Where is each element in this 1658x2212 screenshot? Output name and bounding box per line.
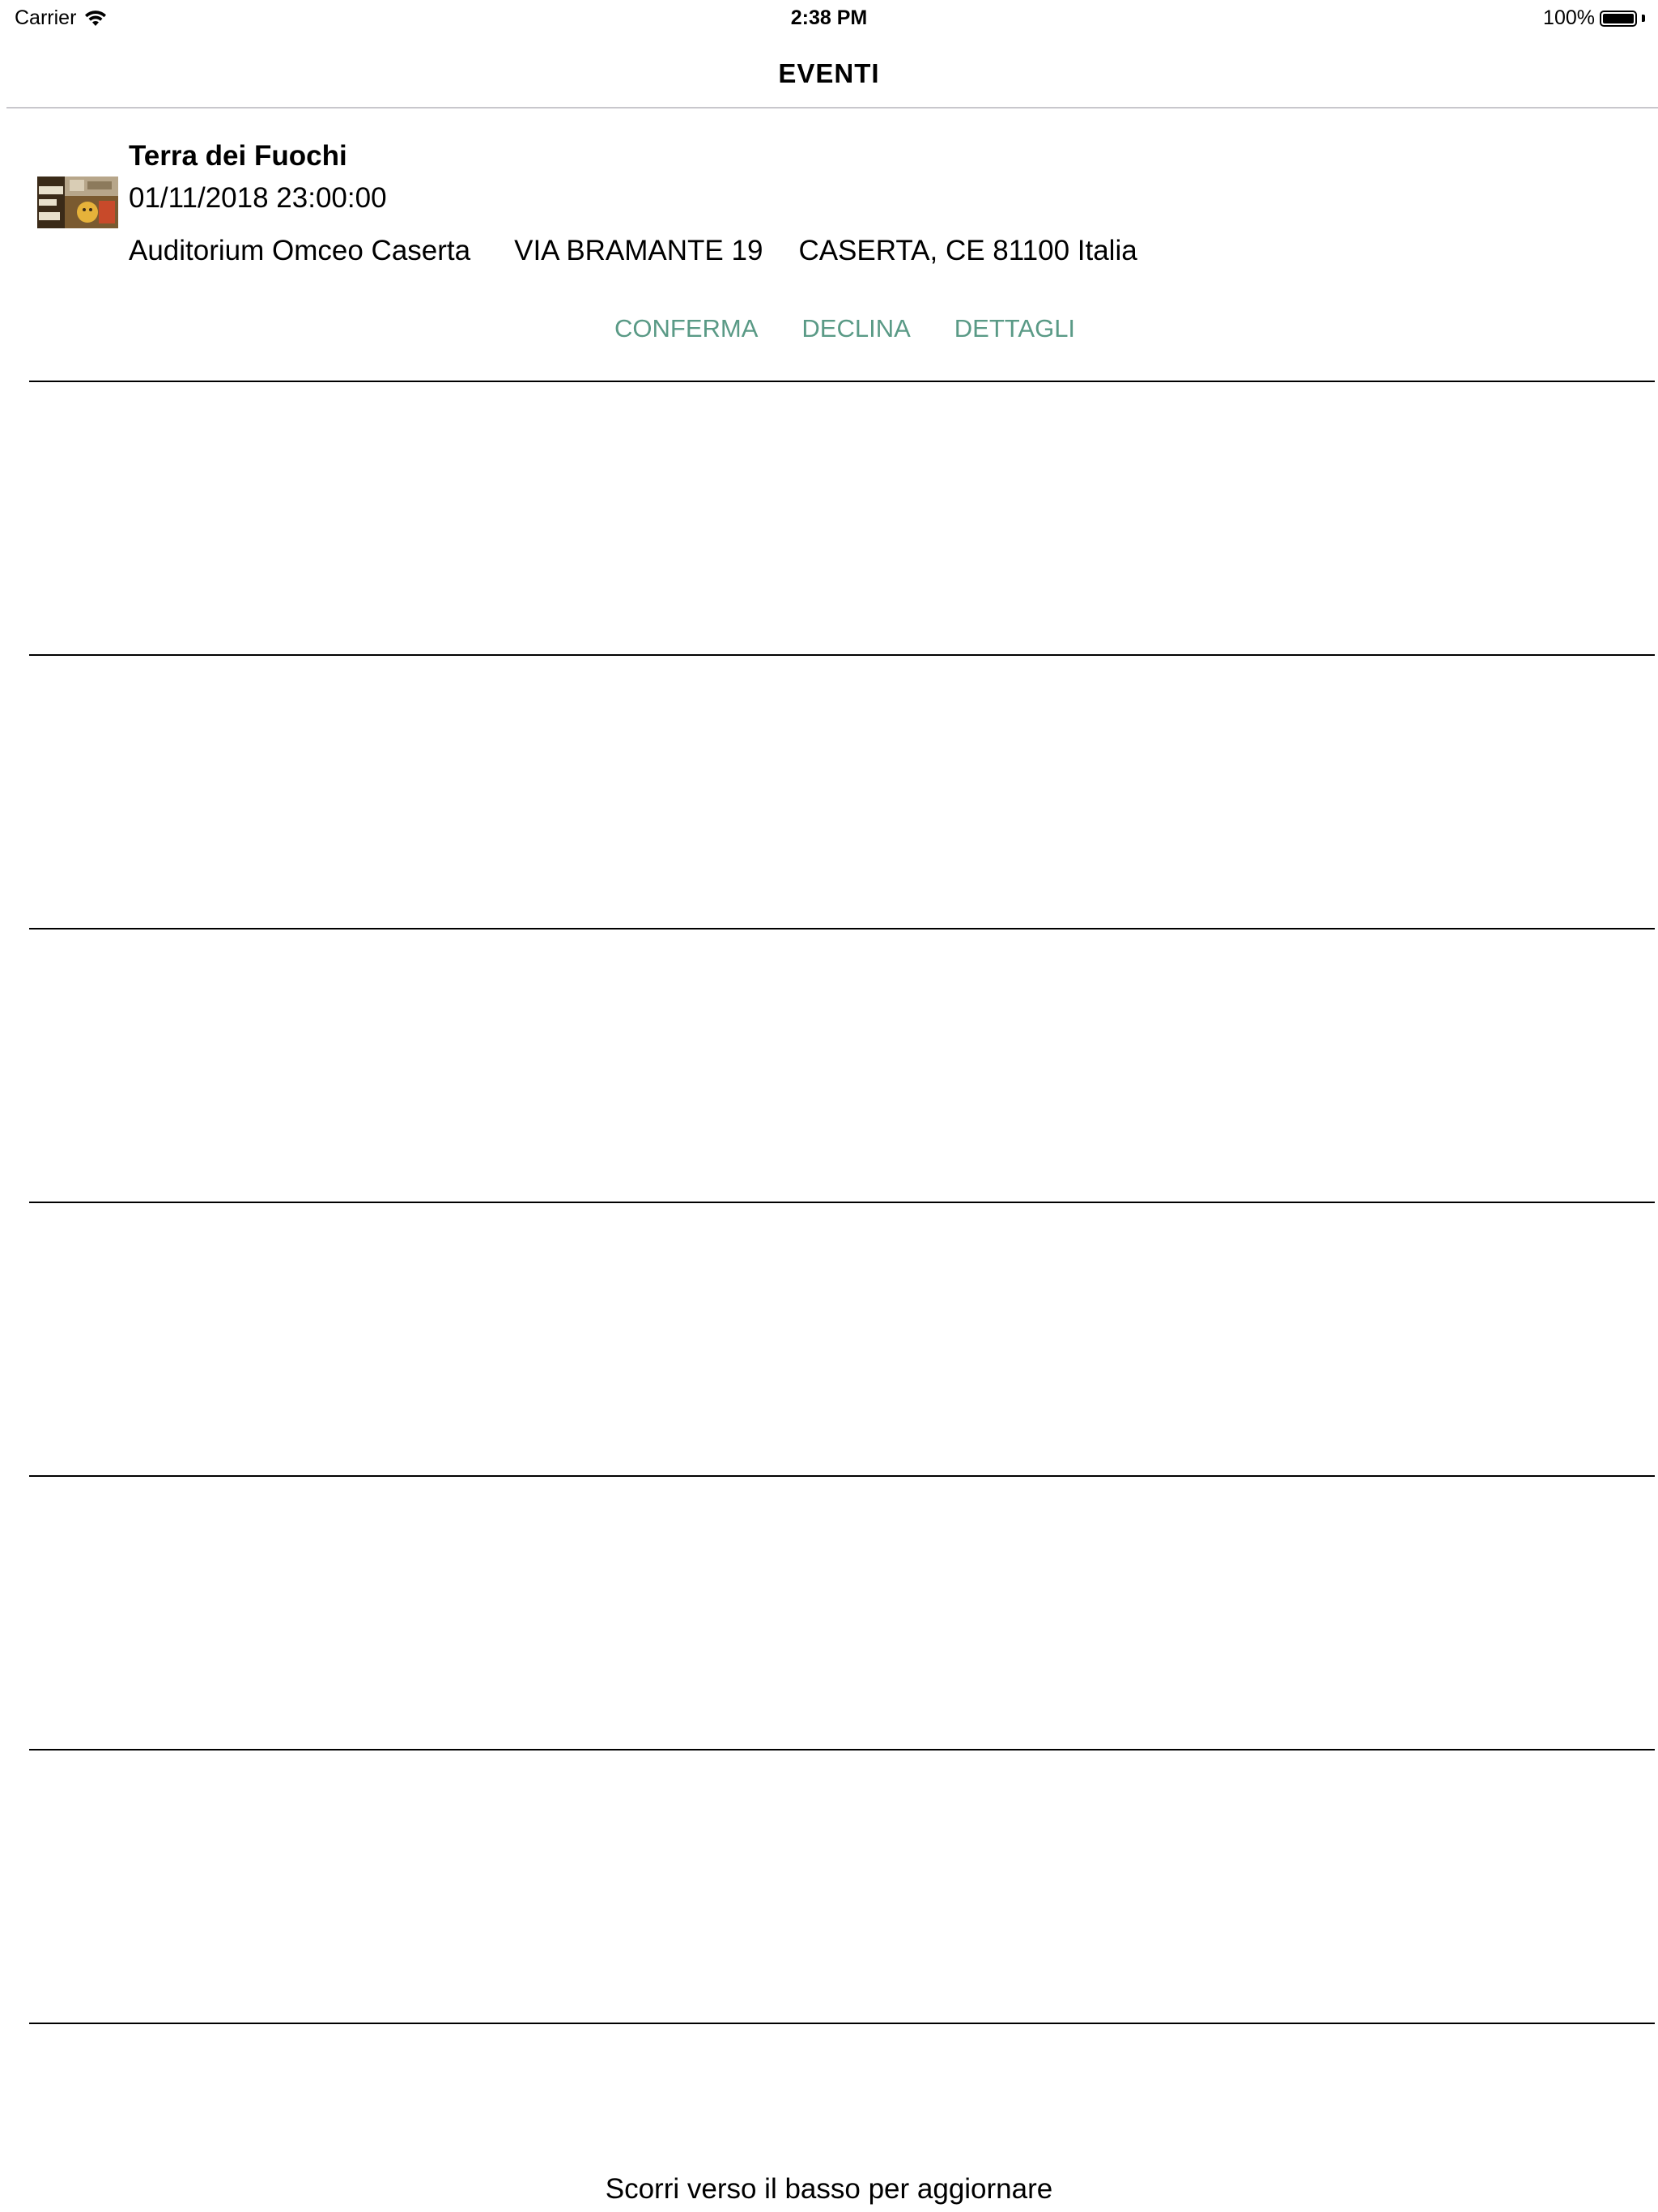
event-address: Auditorium Omceo Caserta VIA BRAMANTE 19 C… bbox=[129, 235, 1137, 267]
decline-button[interactable]: DECLINA bbox=[801, 314, 910, 343]
event-datetime: 01/11/2018 23:00:00 bbox=[129, 182, 387, 214]
event-street: VIA BRAMANTE 19 bbox=[514, 235, 763, 266]
event-title: Terra dei Fuochi bbox=[129, 140, 347, 172]
row-separator bbox=[29, 1475, 1655, 1477]
event-city: CASERTA, CE 81100 Italia bbox=[798, 235, 1137, 266]
details-button[interactable]: DETTAGLI bbox=[954, 314, 1075, 343]
row-separator bbox=[29, 1749, 1655, 1750]
status-bar: Carrier 2:38 PM 100% bbox=[0, 0, 1658, 42]
battery-icon bbox=[1600, 10, 1637, 27]
battery-percent: 100% bbox=[1543, 6, 1595, 29]
row-separator bbox=[29, 654, 1655, 656]
page-title: EVENTI bbox=[778, 58, 880, 88]
pull-to-refresh-hint: Scorri verso il basso per aggiornare bbox=[605, 2173, 1053, 2205]
event-venue: Auditorium Omceo Caserta bbox=[129, 235, 471, 266]
row-separator bbox=[29, 2023, 1655, 2024]
battery-tip bbox=[1642, 15, 1645, 22]
event-list-item[interactable]: Terra dei Fuochi 01/11/2018 23:00:00 Aud… bbox=[29, 108, 1656, 381]
navigation-bar: EVENTI bbox=[0, 42, 1658, 107]
row-separator bbox=[29, 1202, 1655, 1203]
row-separator bbox=[29, 381, 1655, 382]
event-actions: CONFERMA DECLINA DETTAGLI bbox=[614, 314, 1075, 343]
confirm-button[interactable]: CONFERMA bbox=[614, 314, 758, 343]
status-time: 2:38 PM bbox=[790, 6, 868, 29]
row-separator bbox=[29, 928, 1655, 929]
status-battery: 100% bbox=[1543, 6, 1645, 30]
event-thumbnail bbox=[37, 177, 118, 228]
